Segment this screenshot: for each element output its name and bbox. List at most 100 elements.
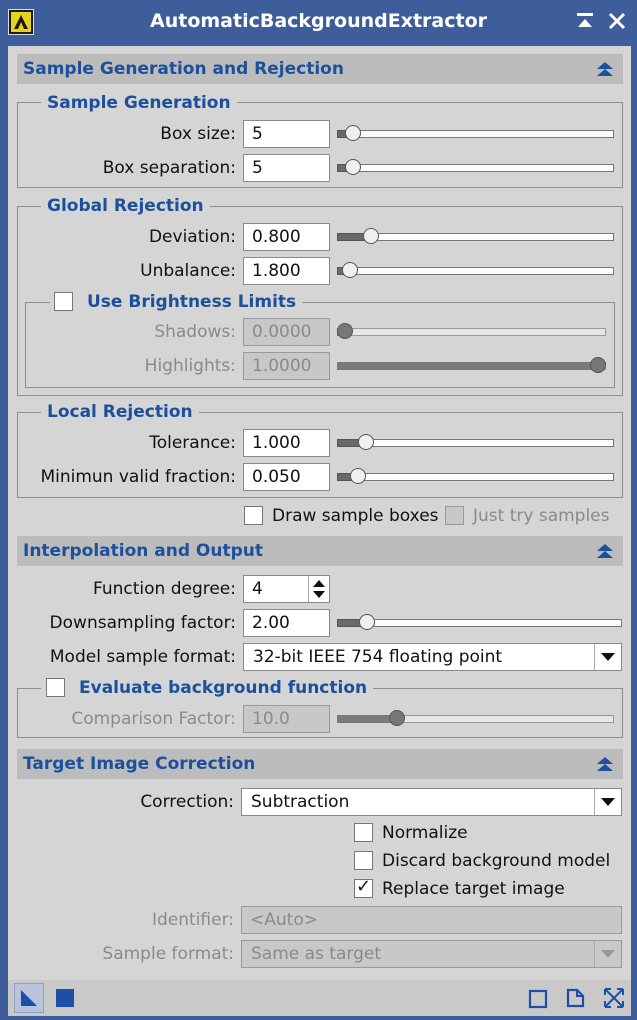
document-icon[interactable] <box>564 987 586 1014</box>
slider-track[interactable] <box>337 130 614 138</box>
slider-handle[interactable] <box>359 614 375 630</box>
correction-label: Correction: <box>140 792 234 812</box>
slider-handle[interactable] <box>345 159 361 175</box>
discard-background-model-checkbox[interactable] <box>354 851 373 870</box>
normalize-label[interactable]: Normalize <box>382 823 468 843</box>
downsampling-factor-slider[interactable] <box>337 610 622 634</box>
identifier-input[interactable]: <Auto> <box>241 906 622 934</box>
slider-handle[interactable] <box>590 357 606 373</box>
shadows-input[interactable]: 0.0000 <box>243 318 330 346</box>
function-degree-label: Function degree: <box>92 579 236 599</box>
just-try-samples-checkbox[interactable] <box>445 506 464 525</box>
correction-combo[interactable]: Subtraction <box>241 788 622 816</box>
box-separation-slider[interactable] <box>337 155 614 179</box>
slider-handle[interactable] <box>358 434 374 450</box>
section-title: Sample Generation and Rejection <box>23 59 344 79</box>
shade-window-icon[interactable] <box>574 10 596 37</box>
slider-track[interactable] <box>337 619 622 627</box>
shadows-slider[interactable] <box>337 319 606 343</box>
slider-track[interactable] <box>337 473 614 481</box>
min-valid-fraction-slider[interactable] <box>337 464 614 488</box>
group-title-sample-generation: Sample Generation <box>41 93 237 113</box>
comparison-factor-slider[interactable] <box>337 706 614 730</box>
title-bar[interactable]: AutomaticBackgroundExtractor <box>0 0 637 46</box>
section-title: Interpolation and Output <box>23 541 264 561</box>
window-title: AutomaticBackgroundExtractor <box>150 10 487 32</box>
highlights-slider[interactable] <box>337 353 606 377</box>
slider-handle[interactable] <box>342 262 358 278</box>
new-instance-triangle-icon[interactable] <box>14 983 44 1013</box>
sample-format-value: Same as target <box>251 944 381 964</box>
slider-handle[interactable] <box>389 710 405 726</box>
tolerance-slider[interactable] <box>337 430 614 454</box>
slider-handle[interactable] <box>345 125 361 141</box>
reset-icon[interactable] <box>602 986 626 1015</box>
unbalance-input[interactable]: 1.800 <box>243 257 330 285</box>
slider-track[interactable] <box>337 164 614 172</box>
slider-track[interactable] <box>337 328 606 336</box>
preview-icon[interactable] <box>528 989 548 1014</box>
min-valid-fraction-input[interactable]: 0.050 <box>243 463 330 491</box>
comparison-factor-input[interactable]: 10.0 <box>243 705 330 733</box>
section-sample-generation-rejection[interactable]: Sample Generation and Rejection <box>17 54 623 84</box>
chevron-down-icon[interactable] <box>594 644 621 670</box>
box-separation-input[interactable]: 5 <box>243 154 330 182</box>
box-size-slider[interactable] <box>337 121 614 145</box>
slider-track[interactable] <box>337 439 614 447</box>
draw-sample-boxes-label[interactable]: Draw sample boxes <box>272 506 439 526</box>
slider-handle[interactable] <box>350 468 366 484</box>
chevron-down-icon[interactable] <box>594 789 621 815</box>
draw-sample-boxes-checkbox[interactable] <box>244 506 263 525</box>
discard-background-model-label[interactable]: Discard background model <box>382 851 610 871</box>
tolerance-input[interactable]: 1.000 <box>243 429 330 457</box>
highlights-label: Highlights: <box>144 356 236 376</box>
spin-down-icon[interactable] <box>313 591 325 598</box>
function-degree-spinbox[interactable]: 4 <box>243 575 330 603</box>
use-brightness-limits-checkbox[interactable] <box>54 292 73 311</box>
min-valid-fraction-label: Minimun valid fraction: <box>40 467 236 487</box>
collapse-up-icon[interactable] <box>597 62 613 78</box>
normalize-checkbox[interactable] <box>354 823 373 842</box>
sample-format-label: Sample format: <box>102 944 234 964</box>
box-size-input[interactable]: 5 <box>243 120 330 148</box>
section-interpolation-output[interactable]: Interpolation and Output <box>17 536 623 566</box>
section-title: Target Image Correction <box>23 754 256 774</box>
check-icon: ✓ <box>356 876 372 897</box>
unbalance-label: Unbalance: <box>140 261 236 281</box>
group-title-global-rejection: Global Rejection <box>41 196 210 216</box>
slider-handle[interactable] <box>337 323 353 339</box>
unbalance-slider[interactable] <box>337 258 614 282</box>
chevron-down-icon[interactable] <box>594 941 621 967</box>
box-separation-label: Box separation: <box>102 158 236 178</box>
close-icon[interactable] <box>606 10 628 37</box>
tolerance-label: Tolerance: <box>149 433 236 453</box>
use-brightness-limits-label[interactable]: Use Brightness Limits <box>81 292 303 312</box>
just-try-samples-label[interactable]: Just try samples <box>473 506 610 526</box>
deviation-input[interactable]: 0.800 <box>243 223 330 251</box>
downsampling-factor-input[interactable]: 2.00 <box>243 609 330 637</box>
downsampling-factor-label: Downsampling factor: <box>49 613 236 633</box>
spin-buttons[interactable] <box>308 576 329 602</box>
spin-up-icon[interactable] <box>313 580 325 587</box>
evaluate-background-checkbox[interactable] <box>46 678 65 697</box>
group-title-local-rejection: Local Rejection <box>41 402 199 422</box>
shadows-label: Shadows: <box>154 322 236 342</box>
replace-target-image-checkbox[interactable]: ✓ <box>354 876 373 898</box>
comparison-factor-label: Comparison Factor: <box>71 709 236 729</box>
slider-fill <box>337 362 600 370</box>
correction-value: Subtraction <box>251 792 350 812</box>
highlights-input[interactable]: 1.0000 <box>243 352 330 380</box>
evaluate-background-label[interactable]: Evaluate background function <box>73 678 374 698</box>
model-sample-format-combo[interactable]: 32-bit IEEE 754 floating point <box>243 643 622 671</box>
sample-format-combo[interactable]: Same as target <box>241 940 622 968</box>
function-degree-value: 4 <box>252 579 263 599</box>
apply-global-square-icon[interactable] <box>56 989 74 1007</box>
deviation-slider[interactable] <box>337 224 614 248</box>
collapse-up-icon[interactable] <box>597 544 613 560</box>
slider-handle[interactable] <box>363 228 379 244</box>
model-sample-format-value: 32-bit IEEE 754 floating point <box>253 647 503 667</box>
collapse-up-icon[interactable] <box>597 757 613 773</box>
section-target-image-correction[interactable]: Target Image Correction <box>17 749 623 779</box>
replace-target-image-label[interactable]: Replace target image <box>382 879 565 899</box>
slider-track[interactable] <box>337 267 614 275</box>
